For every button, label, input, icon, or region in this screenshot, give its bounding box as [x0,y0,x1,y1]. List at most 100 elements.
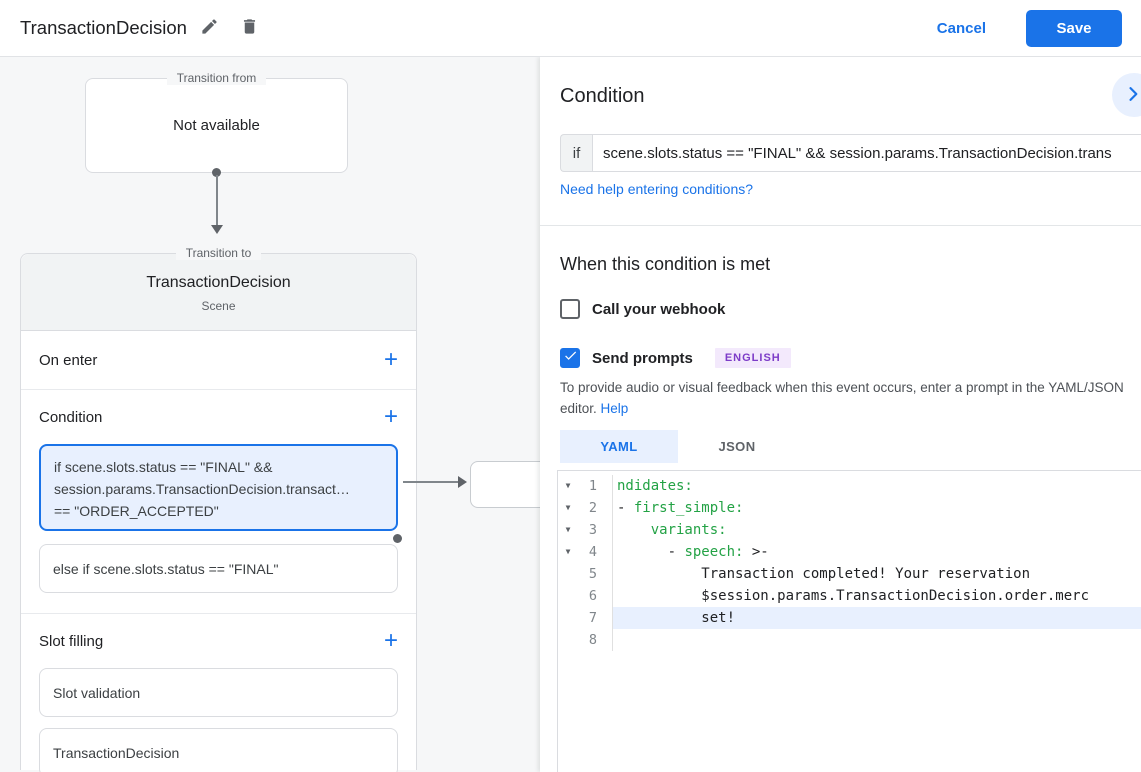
slot-transaction-card[interactable]: TransactionDecision [39,728,398,772]
pencil-icon [200,17,219,39]
fold-arrow-icon[interactable]: ▼ [558,541,578,563]
condition-detail-panel: Condition if Need help entering conditio… [540,57,1141,772]
line-number: 6 [588,588,597,604]
send-prompts-label: Send prompts [592,349,693,367]
delete-scene-button[interactable] [233,11,267,45]
slot-filling-label: Slot filling [39,632,104,650]
code-plain: set! [617,610,736,626]
call-webhook-label: Call your webhook [592,300,726,318]
code-text: - speech: >- [613,541,1141,563]
tab-json[interactable]: JSON [678,430,796,463]
code-key: speech: [684,544,744,560]
gutter: 7 [558,607,613,629]
add-slot-button[interactable]: + [384,629,398,653]
scene-card-header[interactable]: TransactionDecision Scene [21,254,416,331]
condition-label: Condition [39,408,103,426]
send-prompts-row: Send prompts ENGLISH [560,348,791,368]
language-badge: ENGLISH [714,348,791,368]
fold-arrow-icon[interactable]: ▼ [558,475,578,497]
line-number: 7 [588,610,597,626]
code-key: ndidates: [617,478,693,494]
scene-name: TransactionDecision [146,274,291,291]
line-number: 8 [588,632,597,648]
code-key: first_simple: [633,500,744,516]
slot-filling-section: Slot filling + Slot validation Transacti… [21,614,416,772]
flow-canvas: Transition from Not available Transition… [0,57,540,772]
tab-yaml[interactable]: YAML [560,430,678,463]
code-text: set! [613,607,1141,629]
slot-validation-card[interactable]: Slot validation [39,668,398,717]
transition-from-box: Transition from Not available [85,71,348,173]
arrow-down-icon [211,225,223,234]
gutter: 6 [558,585,613,607]
when-condition-met-title: When this condition is met [560,254,771,274]
code-text: - first_simple: [613,497,1141,519]
call-webhook-checkbox[interactable] [560,299,580,319]
webhook-row: Call your webhook [560,299,725,319]
line-number: 1 [588,478,597,494]
transition-from-legend: Transition from [86,71,347,85]
gutter: ▼ 1 [558,475,613,497]
prompt-info-body: To provide audio or visual feedback when… [560,380,1124,416]
code-plain: Transaction completed! Your reservation [617,566,1031,582]
scene-card: Transition to TransactionDecision Scene … [20,246,417,772]
code-line[interactable]: 6 $session.params.TransactionDecision.or… [558,585,1141,607]
page-title: TransactionDecision [20,17,187,38]
transition-target-box[interactable] [470,461,540,508]
code-line[interactable]: 8 [558,629,1141,651]
condition-expression-input[interactable] [592,134,1141,172]
if-prefix-chip: if [560,134,592,172]
code-line[interactable]: ▼ 4 - speech: >- [558,541,1141,563]
gutter: ▼ 3 [558,519,613,541]
condition-expression-row: if [560,134,1141,172]
code-plain: $session.params.TransactionDecision.orde… [617,588,1090,604]
yaml-code-editor[interactable]: ▼ 1 ndidates: ▼ 2 - first_simple: ▼ 3 va… [557,470,1141,772]
code-line[interactable]: ▼ 1 ndidates: [558,475,1141,497]
send-prompts-checkbox[interactable] [560,348,580,368]
condition-card[interactable]: else if scene.slots.status == "FINAL" [39,544,398,593]
line-number: 3 [588,522,597,538]
condition-section: Condition + if scene.slots.status == "FI… [21,390,416,614]
fold-arrow-icon[interactable]: ▼ [558,519,578,541]
line-number: 4 [588,544,597,560]
add-on-enter-button[interactable]: + [384,348,398,372]
condition-section-header: Condition + [21,390,416,444]
prompt-info-text: To provide audio or visual feedback when… [560,377,1138,419]
top-bar: TransactionDecision Cancel Save [0,0,1141,57]
condition-card-selected[interactable]: if scene.slots.status == "FINAL" && sess… [39,444,398,531]
code-line[interactable]: ▼ 3 variants: [558,519,1141,541]
code-text: ndidates: [613,475,1141,497]
gutter: 8 [558,629,613,651]
code-plain [617,522,651,538]
code-plain: - [617,500,634,516]
save-button[interactable]: Save [1026,9,1122,47]
trash-icon [240,17,259,39]
line-number: 2 [588,500,597,516]
collapse-panel-button[interactable] [1112,73,1141,117]
code-line[interactable]: ▼ 2 - first_simple: [558,497,1141,519]
condition-connector-dot [393,534,402,543]
code-text: $session.params.TransactionDecision.orde… [613,585,1141,607]
cancel-button[interactable]: Cancel [919,10,1004,47]
code-line[interactable]: 5 Transaction completed! Your reservatio… [558,563,1141,585]
gutter: ▼ 2 [558,497,613,519]
code-text: variants: [613,519,1141,541]
edit-scene-button[interactable] [193,11,227,45]
conditions-help-link[interactable]: Need help entering conditions? [560,181,753,197]
panel-divider [540,225,1141,226]
gutter: 5 [558,563,613,585]
gutter: ▼ 4 [558,541,613,563]
on-enter-section: On enter + [21,331,416,390]
scene-type-label: Scene [201,299,236,313]
prompt-help-link[interactable]: Help [601,401,629,416]
code-plain: >- [743,544,769,560]
fold-arrow-icon[interactable]: ▼ [558,497,578,519]
connector-line-vertical [216,175,218,226]
code-text: Transaction completed! Your reservation [613,563,1141,585]
code-line-active[interactable]: 7 set! [558,607,1141,629]
code-key: variants: [650,522,727,538]
arrow-right-icon [458,476,467,488]
code-plain: - [617,544,685,560]
add-condition-button[interactable]: + [384,405,398,429]
